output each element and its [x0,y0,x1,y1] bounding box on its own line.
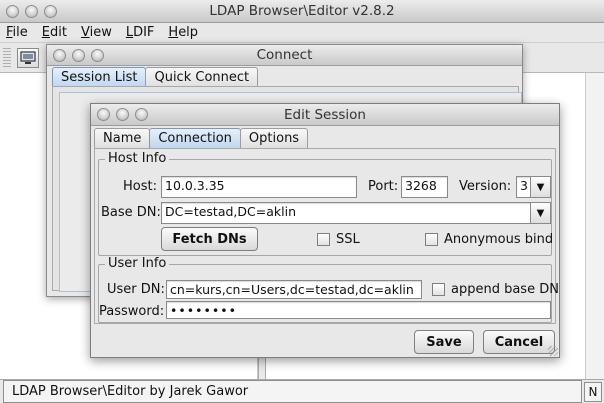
minimize-window-button[interactable] [72,48,85,62]
edit-session-titlebar[interactable]: Edit Session [91,104,559,126]
close-window-button[interactable] [53,48,66,62]
base-dn-combo[interactable]: DC=testad,DC=aklin ▼ [161,202,551,224]
append-base-dn-checkbox-box[interactable] [432,283,445,296]
port-input[interactable]: 3268 [401,176,448,198]
connection-panel: Host Info Host: 10.0.3.35 Port: 3268 Ver… [94,148,559,324]
status-mode-indicator: N [584,381,602,402]
ssl-checkbox[interactable]: SSL [317,232,360,247]
host-label: Host: [123,179,157,194]
version-label: Version: [459,179,512,194]
fetch-dns-button[interactable]: Fetch DNs [161,227,258,251]
tab-connection[interactable]: Connection [149,128,241,149]
toolbar-grip[interactable] [3,48,11,68]
ssl-label: SSL [336,232,360,247]
edit-session-dialog: Edit Session Name Connection Options Hos… [90,103,560,358]
tab-name[interactable]: Name [94,128,151,149]
cancel-button[interactable]: Cancel [483,330,555,354]
menu-edit[interactable]: Edit [42,25,67,40]
zoom-window-button[interactable] [135,108,148,121]
status-text: LDAP Browser\Editor by Jarek Gawor [3,380,582,403]
password-input[interactable]: •••••••• [166,301,551,319]
window-controls [97,104,148,125]
tab-session-list[interactable]: Session List [52,67,147,88]
chevron-down-icon[interactable]: ▼ [530,177,550,197]
main-window-titlebar[interactable]: LDAP Browser\Editor v2.8.2 [0,0,604,23]
menu-ldif[interactable]: LDIF [126,25,155,40]
window-controls [6,0,57,22]
window-controls [53,45,104,65]
connect-dialog-titlebar[interactable]: Connect [47,45,522,66]
zoom-window-button[interactable] [91,48,104,62]
append-base-dn-label: append base DN [451,282,559,297]
close-window-button[interactable] [97,108,110,121]
version-select[interactable]: 3 ▼ [516,176,551,198]
version-value: 3 [520,178,528,193]
host-info-label: Host Info [105,151,170,166]
menu-file[interactable]: File [6,25,28,40]
anonymous-bind-checkbox[interactable]: Anonymous bind [425,232,553,247]
computer-icon [20,51,36,64]
connect-tab-bar: Session List Quick Connect [52,67,259,88]
append-base-dn-checkbox[interactable]: append base DN [432,282,559,297]
password-label: Password: [99,304,165,319]
connect-dialog-title: Connect [256,47,313,63]
anonymous-bind-label: Anonymous bind [444,232,554,247]
host-input[interactable]: 10.0.3.35 [161,176,357,198]
status-bar: LDAP Browser\Editor by Jarek Gawor N [0,379,604,403]
minimize-window-button[interactable] [116,108,129,121]
minimize-window-button[interactable] [25,4,38,18]
edit-session-title: Edit Session [284,106,366,123]
ssl-checkbox-box[interactable] [317,233,330,246]
anonymous-bind-checkbox-box[interactable] [425,233,438,246]
resize-grip-icon[interactable] [548,346,558,356]
edit-session-tab-bar: Name Connection Options [94,128,309,149]
tab-quick-connect[interactable]: Quick Connect [145,67,259,88]
user-dn-label: User DN: [107,282,165,297]
connect-toolbar-button[interactable] [17,48,39,68]
base-dn-value: DC=testad,DC=aklin [165,204,296,219]
chevron-down-icon[interactable]: ▼ [530,203,550,223]
vertical-scrollbar[interactable] [585,73,604,379]
menu-view[interactable]: View [81,25,112,40]
close-window-button[interactable] [6,4,19,18]
zoom-window-button[interactable] [44,4,57,18]
user-info-label: User Info [105,256,170,271]
split-pane-divider[interactable] [258,355,266,379]
port-label: Port: [368,179,399,194]
user-dn-input[interactable]: cn=kurs,cn=Users,dc=testad,dc=aklin [166,280,422,299]
menu-bar: File Edit View LDIF Help [0,23,604,43]
base-dn-label: Base DN: [101,205,161,220]
save-button[interactable]: Save [414,330,474,354]
menu-help[interactable]: Help [168,25,198,40]
main-window-title: LDAP Browser\Editor v2.8.2 [209,3,395,19]
tab-options[interactable]: Options [239,128,309,149]
